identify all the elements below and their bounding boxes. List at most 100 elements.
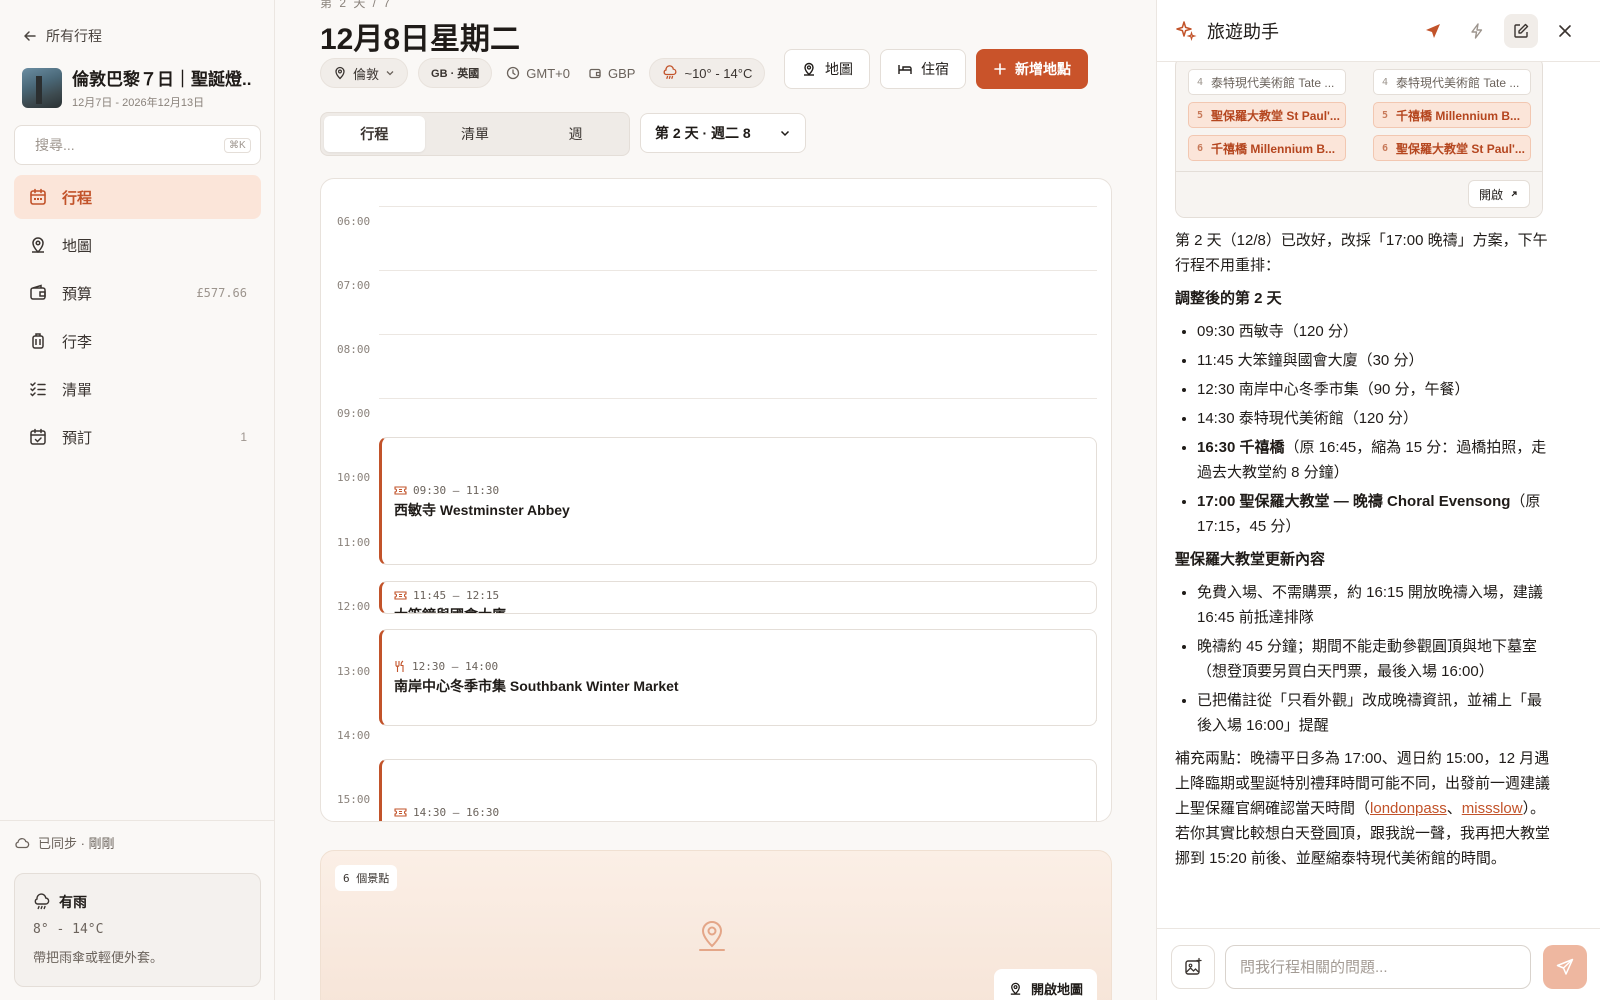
close-panel-button[interactable] xyxy=(1548,14,1582,48)
event-time: 09:30 – 11:30 xyxy=(413,484,500,497)
navigate-button[interactable] xyxy=(1416,14,1450,48)
hour-gridline xyxy=(379,398,1097,399)
page-title: 12月8日星期二 xyxy=(320,23,521,56)
day-timeline[interactable]: 06:00 07:00 08:00 09:00 10:00 11:00 12:0… xyxy=(320,178,1112,822)
chat-input[interactable] xyxy=(1225,945,1531,989)
sidebar-item-luggage[interactable]: 行李 xyxy=(14,319,261,363)
sidebar-item-label: 預算 xyxy=(62,285,93,303)
edit-icon xyxy=(1514,23,1529,38)
external-link-icon xyxy=(1511,191,1517,197)
stop-label: 聖保羅大教堂 St Paul'... xyxy=(1396,141,1525,156)
city-chip[interactable]: 倫敦 xyxy=(320,58,409,88)
sidebar-item-itinerary[interactable]: 行程 xyxy=(14,175,261,219)
accommodation-button[interactable]: 住宿 xyxy=(880,49,966,89)
sidebar-item-budget[interactable]: 預算 £577.66 xyxy=(14,271,261,315)
compare-stop: 5 聖保羅大教堂 St Paul'... xyxy=(1188,102,1346,128)
ticket-icon xyxy=(394,591,407,600)
missslow-link[interactable]: missslow xyxy=(1462,800,1523,817)
luggage-icon xyxy=(32,333,44,349)
stop-number: 6 xyxy=(1382,142,1389,154)
sidebar-nav: 行程 地圖 預算 £577.66 行李 清單 預訂 1 xyxy=(14,175,261,463)
add-place-button[interactable]: 新增地點 xyxy=(976,49,1088,89)
hour-label: 08:00 xyxy=(337,343,371,356)
compare-stop: 4 泰特現代美術館 Tate ... xyxy=(1373,69,1531,95)
quick-actions-button[interactable] xyxy=(1460,14,1494,48)
sidebar-search: ⌘K xyxy=(14,125,261,165)
lightning-icon xyxy=(1471,22,1483,39)
list-item: 免費入場、不需購票，約 16:15 開放晚禱入場，建議 16:45 前抵達排隊 xyxy=(1197,580,1553,630)
send-icon xyxy=(1556,958,1574,975)
list-item: 11:45 大笨鐘與國會大廈（30 分） xyxy=(1197,348,1553,373)
list-item-text: 14:30 泰特現代美術館（120 分） xyxy=(1197,410,1418,427)
updates-list: 免費入場、不需購票，約 16:15 開放晚禱入場，建議 16:45 前抵達排隊 … xyxy=(1175,580,1553,738)
timeline-event[interactable]: 11:45 – 12:15 大笨鐘與國會大廈 xyxy=(379,581,1097,614)
event-title: 南岸中心冬季市集 Southbank Winter Market xyxy=(394,678,679,694)
hour-label: 07:00 xyxy=(337,279,371,292)
event-time: 11:45 – 12:15 xyxy=(413,589,500,602)
trip-card[interactable]: 倫敦巴黎７日｜聖誕燈... 12月7日 - 2026年12月13日 xyxy=(22,65,252,110)
spots-count-badge: 6 個景點 xyxy=(335,865,398,891)
chevron-down-icon xyxy=(780,130,790,137)
map-button[interactable]: 地圖 xyxy=(784,49,870,89)
arrow-left-icon xyxy=(24,31,36,41)
list-item: 12:30 南岸中心冬季市集（90 分，午餐） xyxy=(1197,377,1553,402)
list-item-text: 12:30 南岸中心冬季市集（90 分，午餐） xyxy=(1197,381,1470,398)
new-chat-button[interactable] xyxy=(1504,13,1538,48)
wallet-icon xyxy=(30,284,46,300)
wallet-icon xyxy=(589,68,601,79)
hour-row: 08:00 xyxy=(321,334,1111,356)
fork-knife-icon xyxy=(395,660,404,672)
tab-itinerary[interactable]: 行程 xyxy=(324,116,425,152)
cloud-icon xyxy=(15,837,30,848)
sidebar-item-map[interactable]: 地圖 xyxy=(14,223,261,267)
send-button[interactable] xyxy=(1543,945,1587,989)
hour-label: 15:00 xyxy=(337,793,371,806)
sidebar-item-meta: £577.66 xyxy=(196,286,247,300)
hour-gridline xyxy=(379,206,1097,207)
list-item-text: 11:45 大笨鐘與國會大廈（30 分） xyxy=(1197,352,1424,369)
day-selector-value: 第 2 天 · 週二 8 xyxy=(655,125,751,141)
itinerary-compare-card: 4 泰特現代美術館 Tate ... 5 聖保羅大教堂 St Paul'... 6 千… xyxy=(1175,56,1543,218)
back-to-all-trips-link[interactable]: 所有行程 xyxy=(22,26,102,46)
event-time: 12:30 – 14:00 xyxy=(412,660,499,673)
event-time: 14:30 – 16:30 xyxy=(413,806,500,819)
londonpass-link[interactable]: londonpass xyxy=(1370,800,1447,817)
list-item: 晚禱約 45 分鐘；期間不能走動參觀圓頂與地下墓室（想登頂要另買白天門票，最後入… xyxy=(1197,634,1553,684)
hour-label: 06:00 xyxy=(337,215,371,228)
weather-chip-label: ~10° - 14°C xyxy=(684,65,753,81)
message-heading-updates: 聖保羅大教堂更新內容 xyxy=(1175,551,1326,568)
timeline-event[interactable]: 09:30 – 11:30 西敏寺 Westminster Abbey xyxy=(379,437,1097,565)
hour-label: 09:00 xyxy=(337,407,371,420)
sidebar-item-label: 預訂 xyxy=(62,429,93,447)
timeline-event[interactable]: 14:30 – 16:30 xyxy=(379,759,1097,821)
hour-label: 12:00 xyxy=(337,600,371,613)
accommodation-button-label: 住宿 xyxy=(921,61,949,77)
day-selector[interactable]: 第 2 天 · 週二 8 xyxy=(640,113,806,153)
hour-gridline xyxy=(379,270,1097,271)
assistant-title: 旅遊助手 xyxy=(1207,21,1279,42)
map-pin-icon xyxy=(335,66,345,80)
travel-assistant-panel: 4 泰特現代美術館 Tate ... 5 聖保羅大教堂 St Paul'... 6 千… xyxy=(1156,0,1600,1000)
schedule-list: 09:30 西敏寺（120 分） 11:45 大笨鐘與國會大廈（30 分） 12… xyxy=(1175,319,1553,539)
country-chip-label: GB · 英國 xyxy=(431,68,480,80)
chevron-down-icon xyxy=(386,71,394,76)
open-compare-button[interactable]: 開啟 xyxy=(1467,180,1530,208)
search-input[interactable] xyxy=(35,137,216,153)
map-button-label: 地圖 xyxy=(825,61,853,77)
map-preview-card[interactable]: 6 個景點 開啟地圖 xyxy=(320,850,1112,1000)
sidebar-item-bookings[interactable]: 預訂 1 xyxy=(14,415,261,459)
open-map-button[interactable]: 開啟地圖 xyxy=(993,969,1097,1000)
attach-image-button[interactable] xyxy=(1171,945,1215,989)
hour-label: 14:00 xyxy=(337,729,371,742)
timeline-event[interactable]: 12:30 – 14:00 南岸中心冬季市集 Southbank Winter … xyxy=(379,629,1097,726)
tab-list[interactable]: 清單 xyxy=(425,116,526,152)
stop-label: 千禧橋 Millennium B... xyxy=(1396,108,1521,123)
list-item: 16:30 千禧橋（原 16:45，縮為 15 分：過橋拍照，走過去大教堂約 8… xyxy=(1197,435,1553,485)
message-intro: 第 2 天（12/8）已改好，改採「17:00 晚禱」方案，下午行程不用重排： xyxy=(1175,232,1548,274)
chat-composer xyxy=(1157,928,1600,1000)
sidebar-item-checklist[interactable]: 清單 xyxy=(14,367,261,411)
tab-week[interactable]: 週 xyxy=(525,116,626,152)
search-shortcut: ⌘K xyxy=(224,137,251,153)
hour-row: 09:00 xyxy=(321,398,1111,420)
message-outro: 補充兩點：晚禱平日多為 17:00、週日約 15:00，12 月遇上降臨期或聖誕… xyxy=(1175,746,1553,871)
